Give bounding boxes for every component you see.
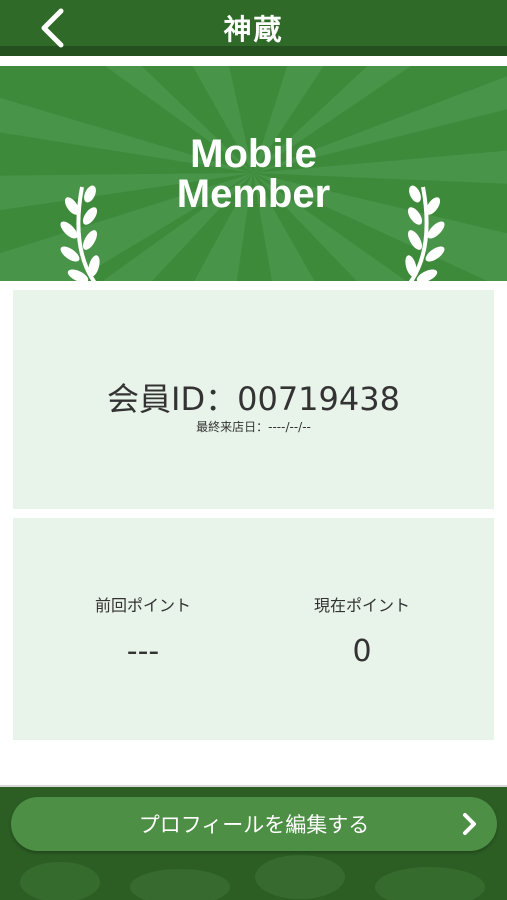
edit-profile-button[interactable]: プロフィールを編集する xyxy=(11,797,497,851)
chevron-right-icon xyxy=(463,813,476,835)
edit-profile-label: プロフィールを編集する xyxy=(138,813,370,837)
app-logo: 神蔵 xyxy=(223,13,284,46)
member-banner: Mobile Member xyxy=(0,66,507,281)
current-points-value: 0 xyxy=(352,634,372,669)
previous-points-label: 前回ポイント xyxy=(94,596,191,615)
footer-bar: プロフィールを編集する xyxy=(0,785,507,900)
member-id: 会員ID：00719438 xyxy=(107,380,400,418)
member-id-card: 会員ID：00719438 最終来店日：----/--/-- xyxy=(13,290,494,509)
last-visit-date: 最終来店日：----/--/-- xyxy=(196,420,311,434)
current-points: 現在ポイント 0 xyxy=(262,592,462,669)
points-card: 前回ポイント --- 現在ポイント 0 xyxy=(13,518,494,740)
previous-points: 前回ポイント --- xyxy=(43,592,243,669)
banner-title: Mobile Member xyxy=(0,134,507,214)
banner-title-line1: Mobile xyxy=(190,132,317,176)
app-header: 神蔵 xyxy=(0,0,507,56)
current-points-label: 現在ポイント xyxy=(313,596,410,615)
banner-title-line2: Member xyxy=(176,172,331,216)
previous-points-value: --- xyxy=(126,634,160,669)
